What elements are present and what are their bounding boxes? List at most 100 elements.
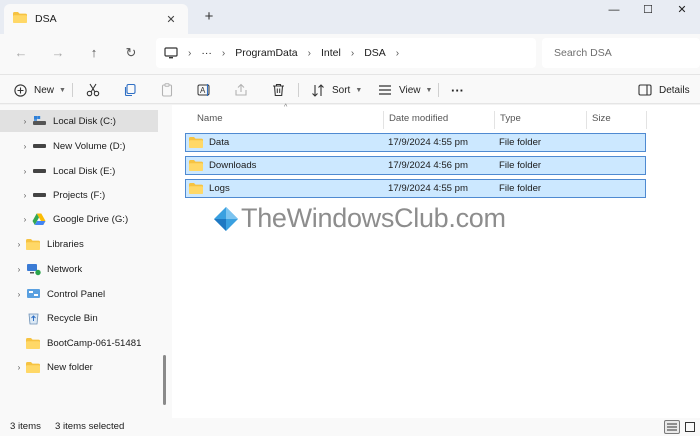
- file-list: ^ Name Date modified Type Size Data 17/9…: [172, 104, 700, 418]
- sort-button[interactable]: Sort ▼: [310, 79, 362, 101]
- column-header-date[interactable]: Date modified: [383, 109, 494, 131]
- details-button[interactable]: Details: [637, 79, 690, 101]
- scissors-icon: [85, 82, 101, 98]
- breadcrumb-separator: ›: [307, 47, 311, 59]
- share-button[interactable]: [233, 79, 249, 101]
- sidebar-item-label: New folder: [47, 361, 93, 373]
- sidebar-item-local-disk-c[interactable]: › Local Disk (C:): [0, 110, 158, 132]
- drive-icon: [31, 139, 47, 153]
- close-window-button[interactable]: ✕: [662, 0, 700, 22]
- address-bar[interactable]: › ··· › ProgramData › Intel › DSA ›: [156, 38, 536, 68]
- tiles-view-button[interactable]: [682, 420, 698, 434]
- sidebar-item-label: BootCamp-061-51481: [47, 337, 142, 349]
- sidebar-item-recycle-bin[interactable]: Recycle Bin: [0, 307, 158, 329]
- share-icon: [233, 82, 249, 98]
- sort-icon: [310, 82, 326, 98]
- selection-count: 3 items selected: [55, 421, 125, 432]
- chevron-right-icon[interactable]: ›: [19, 117, 31, 126]
- back-button[interactable]: ←: [10, 42, 32, 64]
- cut-button[interactable]: [85, 79, 101, 101]
- view-button[interactable]: View ▼: [377, 79, 432, 101]
- file-type: File folder: [499, 183, 542, 194]
- status-bar: 3 items 3 items selected: [0, 418, 700, 436]
- breadcrumb-separator: ›: [395, 47, 400, 59]
- chevron-right-icon[interactable]: ›: [19, 142, 31, 151]
- breadcrumb-separator: ›: [221, 47, 226, 59]
- address-row: ← → ↑ ↻ › ··· › ProgramData › Intel › DS…: [0, 34, 700, 74]
- details-view-button[interactable]: [664, 420, 680, 434]
- column-divider[interactable]: [646, 111, 647, 129]
- sidebar-item-label: Local Disk (C:): [53, 115, 116, 127]
- sidebar-item-label: Network: [47, 263, 83, 275]
- title-bar: DSA ✕ + — ☐ ✕: [0, 0, 700, 34]
- drive-icon: [31, 164, 47, 178]
- folder-icon: [13, 12, 27, 26]
- copy-button[interactable]: [122, 79, 138, 101]
- folder-icon: [189, 160, 203, 171]
- chevron-right-icon[interactable]: ›: [13, 290, 25, 299]
- chevron-right-icon[interactable]: ›: [13, 240, 25, 249]
- forward-button[interactable]: →: [47, 42, 69, 64]
- column-header-size[interactable]: Size: [586, 109, 646, 131]
- libraries-icon: [25, 237, 41, 251]
- sidebar-item-google-drive-g[interactable]: › Google Drive (G:): [0, 208, 158, 230]
- file-date: 17/9/2024 4:55 pm: [388, 137, 469, 148]
- new-tab-button[interactable]: +: [200, 8, 218, 26]
- paste-button[interactable]: [159, 79, 175, 101]
- breadcrumb-overflow[interactable]: ···: [201, 47, 212, 59]
- folder-icon: [25, 336, 41, 350]
- navigation-scrollbar[interactable]: [163, 355, 166, 405]
- chevron-down-icon: ▼: [425, 86, 433, 94]
- sidebar-item-control-panel[interactable]: › Control Panel: [0, 283, 158, 305]
- sidebar-item-libraries[interactable]: › Libraries: [0, 233, 158, 255]
- chevron-right-icon[interactable]: ›: [13, 265, 25, 274]
- watermark-logo-icon: [213, 206, 239, 232]
- refresh-button[interactable]: ↻: [120, 42, 142, 64]
- sidebar-item-label: Local Disk (E:): [53, 165, 116, 177]
- chevron-right-icon[interactable]: ›: [19, 167, 31, 176]
- view-label: View: [399, 84, 421, 96]
- up-button[interactable]: ↑: [83, 42, 105, 64]
- delete-button[interactable]: [270, 79, 286, 101]
- new-button[interactable]: New ▼: [12, 79, 66, 101]
- sidebar-item-projects-f[interactable]: › Projects (F:): [0, 184, 158, 206]
- sidebar-item-network[interactable]: › Network: [0, 258, 158, 280]
- details-pane-icon: [637, 82, 653, 98]
- breadcrumb-programdata[interactable]: ProgramData: [235, 47, 297, 59]
- sidebar-item-local-disk-e[interactable]: › Local Disk (E:): [0, 160, 158, 182]
- breadcrumb-separator: ›: [350, 47, 355, 59]
- new-label: New: [34, 84, 55, 96]
- details-label: Details: [659, 84, 690, 96]
- chevron-right-icon[interactable]: ›: [19, 215, 31, 224]
- column-header-name[interactable]: Name: [191, 109, 381, 131]
- rename-icon: A: [196, 82, 212, 98]
- file-name: Data: [209, 137, 230, 148]
- more-options-button[interactable]: ···: [451, 79, 464, 101]
- file-row[interactable]: Downloads 17/9/2024 4:56 pm File folder: [185, 156, 646, 175]
- drive-icon: [31, 188, 47, 202]
- breadcrumb-intel[interactable]: Intel: [321, 47, 341, 59]
- folder-icon: [25, 360, 41, 374]
- folder-icon: [189, 137, 203, 148]
- sidebar-item-label: Google Drive (G:): [53, 213, 129, 225]
- search-input[interactable]: Search DSA: [542, 38, 700, 68]
- chevron-right-icon[interactable]: ›: [19, 191, 31, 200]
- sidebar-item-bootcamp[interactable]: BootCamp-061-51481: [0, 332, 158, 354]
- navigation-pane: › Local Disk (C:) › New Volume (D:) › Lo…: [0, 105, 172, 418]
- tab-dsa[interactable]: DSA ✕: [4, 4, 188, 34]
- sidebar-item-new-folder[interactable]: › New folder: [0, 356, 158, 378]
- drive-c-icon: [31, 114, 47, 128]
- breadcrumb-dsa[interactable]: DSA: [364, 47, 386, 59]
- file-row[interactable]: Data 17/9/2024 4:55 pm File folder: [185, 133, 646, 152]
- toolbar-divider: [438, 83, 439, 97]
- chevron-right-icon[interactable]: ›: [13, 363, 25, 372]
- rename-button[interactable]: A: [196, 79, 212, 101]
- file-row[interactable]: Logs 17/9/2024 4:55 pm File folder: [185, 179, 646, 198]
- sidebar-item-new-volume-d[interactable]: › New Volume (D:): [0, 135, 158, 157]
- close-tab-icon[interactable]: ✕: [162, 13, 180, 26]
- sort-label: Sort: [332, 84, 351, 96]
- file-type: File folder: [499, 137, 542, 148]
- sidebar-item-label: New Volume (D:): [53, 140, 126, 152]
- column-header-type[interactable]: Type: [494, 109, 586, 131]
- file-date: 17/9/2024 4:56 pm: [388, 160, 469, 171]
